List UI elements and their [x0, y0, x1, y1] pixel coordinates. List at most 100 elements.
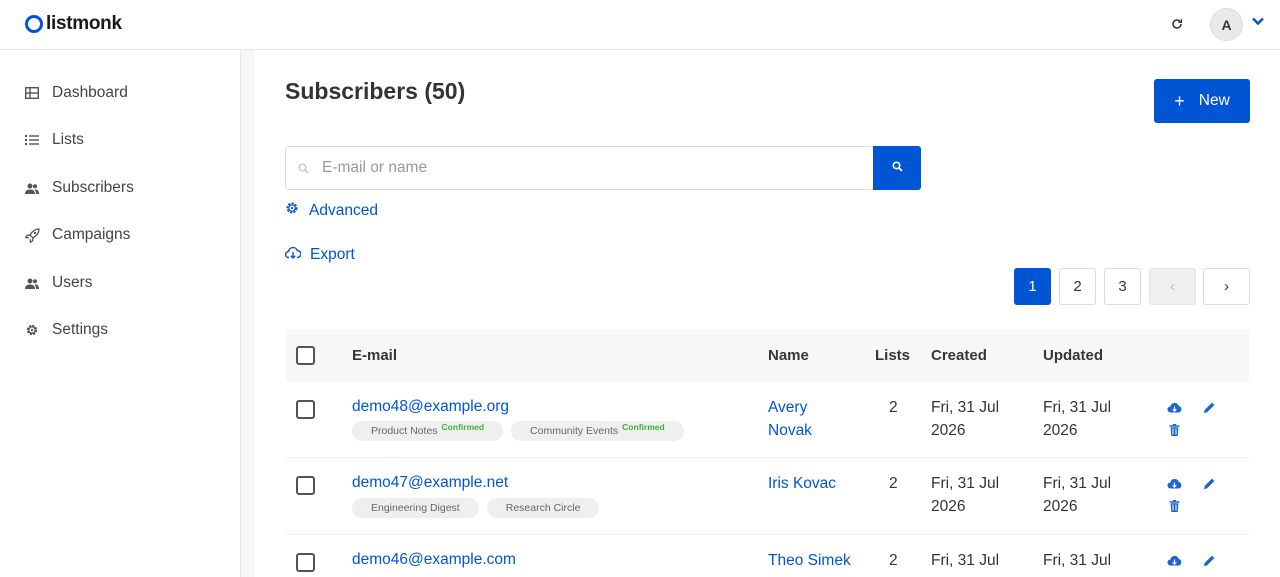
gear-icon: [24, 322, 40, 338]
logo-text: listmonk: [46, 13, 122, 34]
column-created[interactable]: Created: [931, 347, 987, 364]
name-line: Theo Simek: [768, 552, 851, 569]
date-line: 2026: [1043, 422, 1078, 439]
page-button-1[interactable]: 1: [1014, 268, 1051, 305]
advanced-search-link[interactable]: Advanced: [285, 201, 378, 220]
date-line: Fri, 31 Jul: [1043, 552, 1112, 569]
date-line: Fri, 31 Jul: [1043, 399, 1112, 416]
trash-icon[interactable]: [1166, 498, 1182, 514]
date-line: Fri, 31 Jul: [931, 552, 1000, 569]
table-row: demo46@example.com Theo Simek 2 Fri, 31 …: [286, 535, 1249, 577]
dashboard-icon: [24, 85, 40, 101]
page-button-2[interactable]: 2: [1059, 268, 1096, 305]
subscriber-name-link[interactable]: Theo Simek: [768, 549, 858, 572]
sidebar-item-label: Campaigns: [52, 226, 131, 243]
list-tag-label: Product Notes: [371, 425, 438, 437]
table-row: demo47@example.net Engineering Digest Re…: [286, 458, 1249, 535]
list-icon: [24, 132, 40, 148]
row-checkbox[interactable]: [296, 553, 315, 572]
previous-page-button[interactable]: ‹: [1149, 268, 1196, 305]
chevron-down-icon[interactable]: [1251, 14, 1265, 28]
list-tag: Product Notes Confirmed: [352, 421, 504, 441]
cloud-download-icon[interactable]: [1166, 553, 1182, 569]
updated-date: Fri, 31 Jul 2026: [1043, 472, 1111, 518]
created-date: Fri, 31 Jul: [931, 549, 999, 572]
lists-count: 2: [889, 475, 898, 492]
row-checkbox[interactable]: [296, 400, 315, 419]
cloud-download-icon[interactable]: [1166, 400, 1182, 416]
list-tag-label: Community Events: [530, 425, 619, 437]
subscriber-email-link[interactable]: demo47@example.net: [352, 474, 508, 492]
new-button-label: New: [1198, 92, 1230, 109]
export-link[interactable]: Export: [284, 246, 355, 264]
date-line: 2026: [931, 498, 966, 515]
logo-mark: [25, 15, 43, 33]
created-date: Fri, 31 Jul 2026: [931, 396, 999, 442]
plus-icon: +: [1174, 90, 1185, 111]
column-lists[interactable]: Lists: [875, 347, 910, 364]
next-page-button[interactable]: ›: [1203, 268, 1250, 305]
column-updated[interactable]: Updated: [1043, 347, 1103, 364]
sidebar-item-dashboard[interactable]: Dashboard: [24, 82, 128, 104]
column-name[interactable]: Name: [768, 347, 809, 364]
search-button[interactable]: [873, 146, 921, 190]
sidebar-item-lists[interactable]: Lists: [24, 129, 84, 151]
edit-icon[interactable]: [1201, 552, 1217, 568]
advanced-label: Advanced: [309, 201, 378, 219]
lists-count: 2: [889, 552, 898, 569]
date-line: Fri, 31 Jul: [1043, 475, 1112, 492]
date-line: 2026: [1043, 498, 1078, 515]
table-header: E-mail Name Lists Created Updated: [286, 329, 1249, 382]
row-checkbox[interactable]: [296, 476, 315, 495]
sidebar-item-users[interactable]: Users: [24, 272, 92, 294]
list-tag-label: Research Circle: [505, 502, 581, 514]
search-icon: [891, 159, 903, 177]
page-title: Subscribers (50): [285, 78, 466, 104]
cloud-download-icon[interactable]: [1166, 476, 1182, 492]
cloud-download-icon: [284, 246, 306, 264]
subscriber-lists-tags: Engineering Digest Research Circle: [352, 498, 600, 518]
sidebar-item-campaigns[interactable]: Campaigns: [24, 224, 130, 246]
sidebar-item-label: Dashboard: [52, 84, 128, 101]
search-field: [285, 146, 874, 190]
edit-icon[interactable]: [1201, 399, 1217, 415]
date-line: Fri, 31 Jul: [931, 399, 1000, 416]
sidebar: Dashboard Lists Subscribers Campaigns Us…: [0, 50, 241, 577]
search-icon: [298, 162, 310, 174]
rocket-icon: [24, 227, 40, 243]
name-line: Novak: [768, 422, 812, 439]
edit-icon[interactable]: [1201, 475, 1217, 491]
refresh-icon[interactable]: [1168, 14, 1186, 34]
created-date: Fri, 31 Jul 2026: [931, 472, 999, 518]
trash-icon[interactable]: [1166, 422, 1182, 438]
content-gutter: [241, 50, 255, 577]
sidebar-item-label: Settings: [52, 321, 109, 338]
subscriber-name-link[interactable]: Avery Novak: [768, 396, 858, 442]
name-line: Iris Kovac: [768, 475, 837, 492]
list-tag: Community Events Confirmed: [511, 421, 684, 441]
subscription-status: Confirmed: [622, 422, 665, 432]
subscriber-email-link[interactable]: demo46@example.com: [352, 551, 516, 569]
page-button-3[interactable]: 3: [1104, 268, 1141, 305]
logo[interactable]: listmonk: [25, 13, 122, 35]
select-all-checkbox[interactable]: [296, 346, 315, 365]
sidebar-item-settings[interactable]: Settings: [24, 319, 108, 341]
sidebar-item-subscribers[interactable]: Subscribers: [24, 177, 134, 199]
sidebar-item-label: Users: [52, 274, 93, 291]
gear-icon: [285, 201, 304, 220]
users-icon: [24, 275, 40, 291]
lists-count: 2: [889, 399, 898, 416]
new-subscriber-button[interactable]: + New: [1154, 79, 1250, 123]
subscriber-email-link[interactable]: demo48@example.org: [352, 398, 509, 416]
updated-date: Fri, 31 Jul: [1043, 549, 1111, 572]
search-input[interactable]: [322, 159, 842, 177]
users-icon: [24, 180, 40, 196]
export-label: Export: [310, 246, 355, 263]
column-email[interactable]: E-mail: [352, 347, 397, 364]
sidebar-item-label: Lists: [52, 131, 84, 148]
date-line: Fri, 31 Jul: [931, 475, 1000, 492]
list-tag: Research Circle: [486, 498, 600, 518]
subscriber-name-link[interactable]: Iris Kovac: [768, 472, 858, 495]
avatar[interactable]: A: [1210, 8, 1243, 41]
table-row: demo48@example.org Product Notes Confirme…: [286, 382, 1249, 458]
